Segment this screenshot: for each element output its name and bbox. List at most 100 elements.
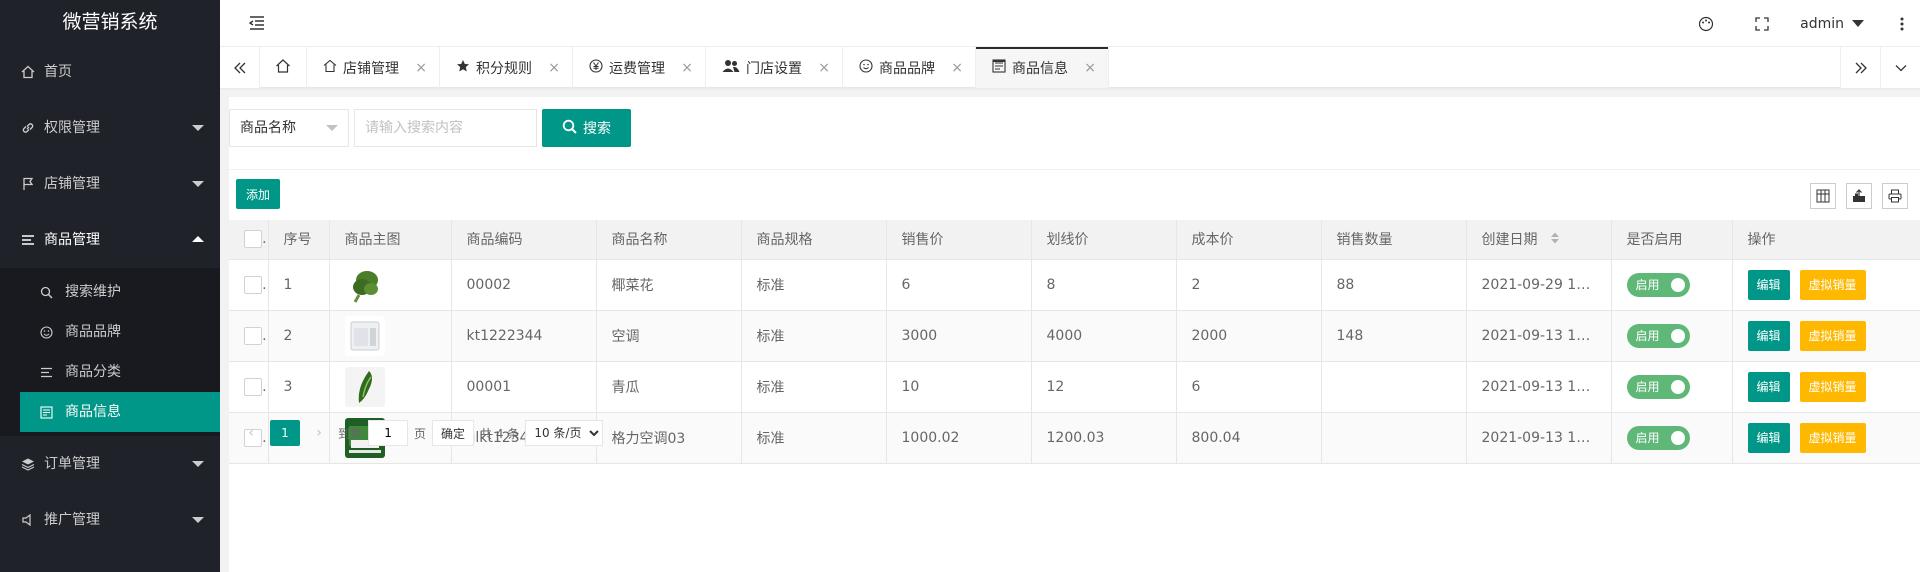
search-button-label: 搜索 [583,121,611,137]
sidebar-item-promotion[interactable]: 推广管理 [0,492,220,548]
cell-list-price: 4000 [1031,310,1177,362]
column-header: 划线价 [1031,220,1177,260]
close-icon[interactable]: × [818,60,830,76]
virtual-sales-button[interactable]: 虚拟销量 [1799,320,1866,351]
tabs-scroll-left-icon[interactable] [220,47,260,88]
page-number-input[interactable] [368,420,409,446]
more-vertical-icon[interactable] [1884,0,1920,47]
close-icon[interactable]: × [415,60,427,76]
table-row: 3 00001 青瓜 标准 10 12 6 2021-09-13 10:... [229,361,1920,413]
export-icon[interactable] [1846,183,1872,209]
layers-icon [20,436,36,492]
page-size-select[interactable]: 10 条/页 [525,420,604,446]
cell-spec: 标准 [741,259,887,311]
fullscreen-icon[interactable] [1734,0,1790,47]
form-icon [992,58,1006,77]
enabled-toggle[interactable]: 启用 [1626,272,1690,297]
cell-cost: 2 [1176,259,1322,311]
tab-shop[interactable]: 店铺管理 × [307,47,440,88]
row-select-cell[interactable] [229,310,269,362]
tab-label: 门店设置 [746,60,802,77]
current-page[interactable]: 1 [270,420,300,446]
tab-goods-info[interactable]: 商品信息 × [976,47,1109,88]
product-thumbnail[interactable] [344,315,385,356]
home-icon [20,44,36,100]
goto-label: 到第 [338,426,363,441]
chevron-down-icon [192,517,204,523]
sidebar-item-orders[interactable]: 订单管理 [0,436,220,492]
menu-collapse-icon[interactable] [248,14,266,32]
print-icon[interactable] [1882,183,1908,209]
product-thumbnail[interactable] [344,264,385,305]
tab-bar: 店铺管理 × 积分规则 × 运费管理 × 门店设置 × 商品品牌 × 商品信息 … [220,47,1920,88]
row-select-cell[interactable] [229,361,269,413]
sidebar-item-home[interactable]: 首页 [0,44,220,100]
sidebar-item-permissions[interactable]: 权限管理 [0,100,220,156]
table-toolbar: 添加 [229,170,1920,220]
close-icon[interactable]: × [681,60,693,76]
theme-palette-icon[interactable] [1678,0,1734,47]
toggle-knob [1670,430,1685,445]
product-thumbnail[interactable] [344,366,385,407]
app-title: 微营销系统 [0,0,220,44]
prev-page-icon[interactable]: ‹ [238,420,264,446]
sidebar-subitem-brand[interactable]: 商品品牌 [0,312,220,352]
tab-brand[interactable]: 商品品牌 × [843,47,976,88]
row-checkbox[interactable] [244,377,262,396]
sidebar-subitem-label: 搜索维护 [65,284,121,300]
cell-list-price: 1200.03 [1031,412,1177,464]
sidebar-subitem-category[interactable]: 商品分类 [0,352,220,392]
tab-points[interactable]: 积分规则 × [440,47,573,88]
cell-index: 1 [268,259,330,311]
next-page-icon[interactable]: › [306,420,332,446]
edit-button[interactable]: 编辑 [1747,269,1790,300]
search-icon [562,119,577,138]
tab-home[interactable] [260,47,307,88]
search-button[interactable]: 搜索 [542,109,631,147]
select-all-checkbox[interactable] [244,230,262,249]
edit-button[interactable]: 编辑 [1747,320,1790,351]
row-checkbox[interactable] [244,275,262,294]
toggle-label: 启用 [1635,329,1660,343]
edit-button[interactable]: 编辑 [1747,422,1790,453]
cell-code: kt1222344 [451,310,597,362]
sidebar-item-shop[interactable]: 店铺管理 [0,156,220,212]
column-header-sortable[interactable]: 创建日期 [1466,220,1612,260]
virtual-sales-button[interactable]: 虚拟销量 [1799,269,1866,300]
close-icon[interactable]: × [951,60,963,76]
tabs-menu-chevron-down-icon[interactable] [1880,47,1920,88]
enabled-toggle[interactable]: 启用 [1626,323,1690,348]
column-header-label: 创建日期 [1481,232,1538,249]
edit-button[interactable]: 编辑 [1747,371,1790,402]
tab-freight[interactable]: 运费管理 × [573,47,706,88]
user-menu[interactable]: admin [1790,16,1884,32]
virtual-sales-button[interactable]: 虚拟销量 [1799,422,1866,453]
sort-icon[interactable] [1550,232,1560,248]
sidebar-item-goods[interactable]: 商品管理 [0,212,220,268]
cell-sales: 88 [1321,259,1467,311]
tabs-scroll-right-icon[interactable] [1840,47,1880,88]
search-input[interactable] [354,109,537,147]
tab-store[interactable]: 门店设置 × [706,47,843,88]
row-checkbox[interactable] [244,326,262,345]
sidebar-nav-lower: 订单管理 推广管理 [0,436,220,548]
sidebar-item-label: 订单管理 [44,456,100,472]
cell-sales: 148 [1321,310,1467,362]
row-select-cell[interactable] [229,259,269,311]
enabled-toggle[interactable]: 启用 [1626,374,1690,399]
search-field-select[interactable]: 商品名称 [229,109,349,147]
sidebar-subitem-goods-info[interactable]: 商品信息 [20,392,220,432]
cell-cost: 800.04 [1176,412,1322,464]
columns-filter-icon[interactable] [1810,183,1836,209]
close-icon[interactable]: × [1084,60,1096,76]
enabled-toggle[interactable]: 启用 [1626,425,1690,450]
goto-confirm-button[interactable]: 确定 [432,420,475,446]
chevron-down-icon [192,125,204,131]
sidebar-subitem-search[interactable]: 搜索维护 [0,272,220,312]
add-button[interactable]: 添加 [236,179,280,209]
virtual-sales-button[interactable]: 虚拟销量 [1799,371,1866,402]
select-all-cell[interactable] [229,220,269,260]
cell-spec: 标准 [741,310,887,362]
chevron-up-icon [192,236,204,242]
close-icon[interactable]: × [548,60,560,76]
